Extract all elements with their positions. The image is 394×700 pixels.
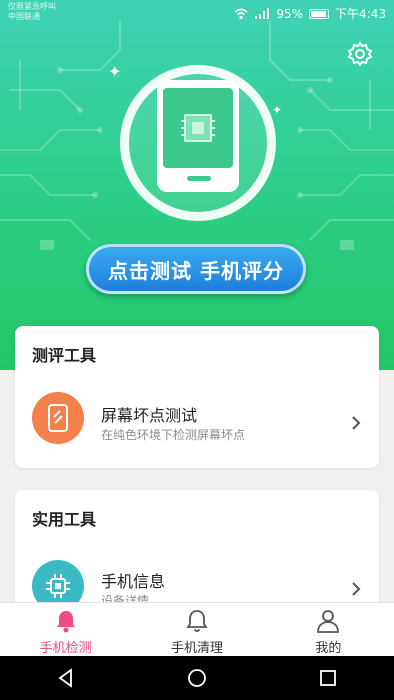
phone-illustration-icon <box>157 80 239 192</box>
clock: 下午4:43 <box>335 7 386 21</box>
tab-label: 手机清理 <box>170 641 223 656</box>
section-title: 实用工具 <box>32 510 97 529</box>
sparkle-icon: ✦ <box>108 62 122 81</box>
list-item-title: 手机信息 <box>101 572 166 591</box>
hero-banner: 仅限紧急呼叫 中国联通 95% 下午4:43 ✦ ✦ 点击测试 手机评分 <box>0 0 394 370</box>
chevron-right-icon <box>352 416 361 430</box>
bell-filled-icon <box>56 611 75 633</box>
bottom-navigation: 手机检测 手机清理 我的 <box>0 602 394 656</box>
home-circle-icon[interactable] <box>186 667 208 689</box>
phone-screen-icon <box>32 392 84 444</box>
person-icon <box>317 610 340 633</box>
battery-percent: 95% <box>276 6 304 21</box>
wifi-icon <box>234 8 248 19</box>
utility-tools-card: 实用工具 手机信息 设备详情 <box>15 490 379 610</box>
evaluation-tools-card: 测评工具 屏幕坏点测试 在纯色环境下检测屏幕坏点 <box>15 326 379 468</box>
tab-label: 手机检测 <box>39 641 92 656</box>
recents-square-icon[interactable] <box>317 667 339 689</box>
start-test-button[interactable]: 点击测试 手机评分 <box>86 244 306 294</box>
section-title: 测评工具 <box>32 346 97 365</box>
emergency-call-text: 仅限紧急呼叫 <box>8 2 56 11</box>
status-bar: 仅限紧急呼叫 中国联通 95% 下午4:43 <box>0 0 394 26</box>
status-icons: 95% 下午4:43 <box>234 5 386 22</box>
back-triangle-icon[interactable] <box>55 667 77 689</box>
list-item-phone-info[interactable]: 手机信息 设备详情 <box>15 546 379 610</box>
tab-mine[interactable]: 我的 <box>263 603 394 656</box>
settings-gear-icon[interactable] <box>346 40 374 68</box>
list-item-title: 屏幕坏点测试 <box>101 406 198 425</box>
carrier-name: 中国联通 <box>8 12 40 21</box>
tab-label: 我的 <box>315 641 342 656</box>
bell-outline-icon <box>186 610 208 632</box>
system-navigation-bar <box>0 656 394 700</box>
tab-phone-clean[interactable]: 手机清理 <box>131 603 262 656</box>
list-item-subtitle: 在纯色环境下检测屏幕坏点 <box>101 428 246 442</box>
tab-phone-check[interactable]: 手机检测 <box>0 603 131 656</box>
battery-icon <box>309 8 330 19</box>
chevron-right-icon <box>352 582 361 596</box>
carrier-info: 仅限紧急呼叫 中国联通 <box>8 2 56 22</box>
signal-icon <box>255 7 270 19</box>
sparkle-icon: ✦ <box>272 103 283 117</box>
list-item-screen-test[interactable]: 屏幕坏点测试 在纯色环境下检测屏幕坏点 <box>15 382 379 468</box>
